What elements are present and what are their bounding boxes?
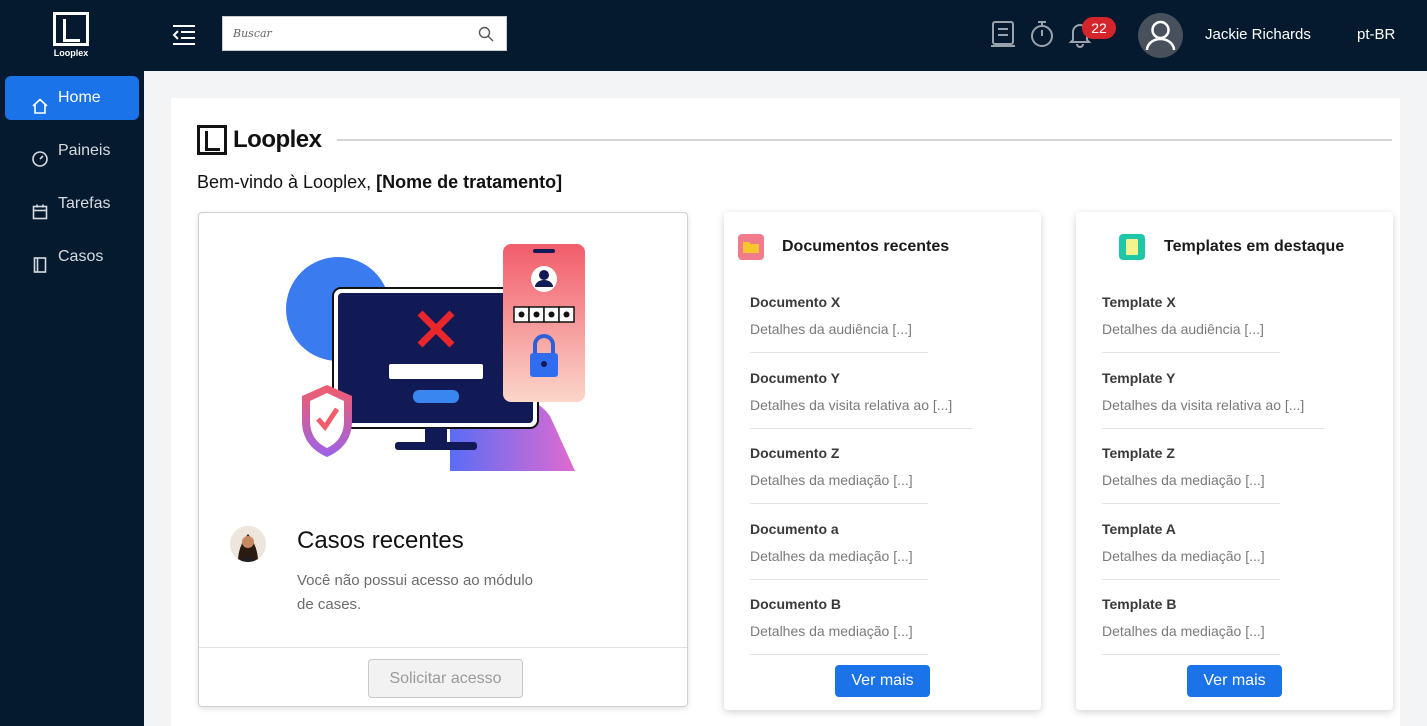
sidebar: Home Paineis Tarefas Casos (0, 71, 144, 726)
template-item[interactable]: Template A Detalhes da mediação [...] (1102, 521, 1265, 564)
template-desc: Detalhes da mediação [...] (1102, 472, 1265, 488)
item-divider (750, 503, 928, 504)
brand-text: Looplex (233, 126, 322, 153)
home-panel: Looplex Bem-vindo à Looplex, [Nome de tr… (171, 98, 1400, 726)
document-title: Documento X (750, 294, 841, 310)
template-item[interactable]: Template B Detalhes da mediação [...] (1102, 596, 1265, 639)
document-item[interactable]: Documento X Detalhes da audiência [...] (750, 294, 912, 337)
search-icon[interactable] (478, 26, 494, 42)
item-divider (750, 428, 972, 429)
item-divider (750, 579, 928, 580)
template-title: Template B (1102, 596, 1177, 612)
template-item[interactable]: Template X Detalhes da audiência [...] (1102, 294, 1264, 337)
document-title: Documento a (750, 521, 839, 537)
document-desc: Detalhes da mediação [...] (750, 548, 913, 564)
timer-icon[interactable] (1029, 20, 1055, 48)
document-item[interactable]: Documento Z Detalhes da mediação [...] (750, 445, 913, 488)
template-desc: Detalhes da mediação [...] (1102, 623, 1265, 639)
document-title: Documento B (750, 596, 841, 612)
template-desc: Detalhes da visita relativa ao [...] (1102, 397, 1305, 413)
item-divider (750, 654, 928, 655)
template-desc: Detalhes da audiência [...] (1102, 321, 1264, 337)
welcome-message: Bem-vindo à Looplex, [Nome de tratamento… (197, 172, 562, 193)
templates-more-button[interactable]: Ver mais (1187, 665, 1282, 697)
documents-more-button[interactable]: Ver mais (835, 665, 930, 697)
template-desc: Detalhes da mediação [...] (1102, 548, 1265, 564)
document-item[interactable]: Documento B Detalhes da mediação [...] (750, 596, 913, 639)
top-bar: Looplex Buscar 22 Jackie Richards pt-BR (0, 0, 1427, 71)
book-icon (31, 248, 49, 273)
document-title: Documento Y (750, 370, 840, 386)
featured-templates-card: Templates em destaque Template X Detalhe… (1076, 212, 1393, 710)
document-item[interactable]: Documento Y Detalhes da visita relativa … (750, 370, 952, 413)
folder-icon (738, 234, 764, 260)
search-input[interactable] (233, 17, 473, 50)
template-title: Template A (1102, 521, 1176, 537)
cases-message: Você não possui acesso ao módulo de case… (297, 572, 533, 613)
template-icon (1119, 234, 1145, 260)
document-desc: Detalhes da visita relativa ao [...] (750, 397, 953, 413)
sidebar-item-label: Casos (58, 248, 104, 265)
sidebar-item-home[interactable]: Home (5, 76, 139, 120)
item-divider (1102, 654, 1280, 655)
document-desc: Detalhes da mediação [...] (750, 472, 913, 488)
item-divider (750, 352, 928, 353)
templates-title: Templates em destaque (1164, 238, 1345, 255)
sidebar-item-label: Home (58, 89, 101, 106)
brand-logo-icon (197, 125, 227, 155)
user-avatar-icon[interactable] (1138, 13, 1183, 58)
main-content: Looplex Bem-vindo à Looplex, [Nome de tr… (144, 71, 1427, 726)
language-selector[interactable]: pt-BR (1357, 26, 1395, 43)
document-title: Documento Z (750, 445, 840, 461)
sidebar-item-paineis[interactable]: Paineis (5, 129, 139, 173)
item-divider (1102, 428, 1324, 429)
sidebar-item-casos[interactable]: Casos (5, 235, 139, 279)
item-divider (1102, 352, 1280, 353)
document-list-icon[interactable] (990, 20, 1016, 48)
template-title: Template X (1102, 294, 1176, 310)
user-name[interactable]: Jackie Richards (1205, 26, 1311, 43)
gauge-icon (31, 142, 49, 167)
card-divider (199, 647, 687, 648)
logo-mark (53, 12, 89, 46)
template-title: Template Y (1102, 370, 1176, 386)
welcome-prefix: Bem-vindo à Looplex, (197, 172, 377, 192)
template-item[interactable]: Template Z Detalhes da mediação [...] (1102, 445, 1265, 488)
request-access-button[interactable]: Solicitar acesso (368, 659, 523, 698)
template-title: Template Z (1102, 445, 1175, 461)
app-logo[interactable]: Looplex (52, 12, 90, 62)
sidebar-item-tarefas[interactable]: Tarefas (5, 182, 139, 226)
document-desc: Detalhes da audiência [...] (750, 321, 912, 337)
documents-title: Documentos recentes (782, 238, 950, 255)
menu-toggle-icon[interactable] (172, 24, 196, 46)
item-divider (1102, 503, 1280, 504)
item-divider (1102, 579, 1280, 580)
security-illustration (285, 241, 590, 471)
notification-badge[interactable]: 22 (1082, 17, 1116, 39)
logo-text: Looplex (53, 48, 89, 58)
welcome-name: [Nome de tratamento] (376, 172, 563, 192)
sidebar-item-label: Tarefas (58, 195, 111, 212)
template-item[interactable]: Template Y Detalhes da visita relativa a… (1102, 370, 1304, 413)
search-box (222, 16, 507, 51)
user-photo-avatar (230, 526, 266, 562)
home-icon (31, 89, 49, 114)
recent-cases-card: Casos recentes Você não possui acesso ao… (198, 212, 688, 707)
recent-documents-card: Documentos recentes Documento X Detalhes… (724, 212, 1041, 710)
divider (337, 139, 1392, 141)
sidebar-item-label: Paineis (58, 142, 111, 159)
cases-title: Casos recentes (297, 527, 464, 554)
document-item[interactable]: Documento a Detalhes da mediação [...] (750, 521, 913, 564)
calendar-icon (31, 195, 49, 220)
document-desc: Detalhes da mediação [...] (750, 623, 913, 639)
